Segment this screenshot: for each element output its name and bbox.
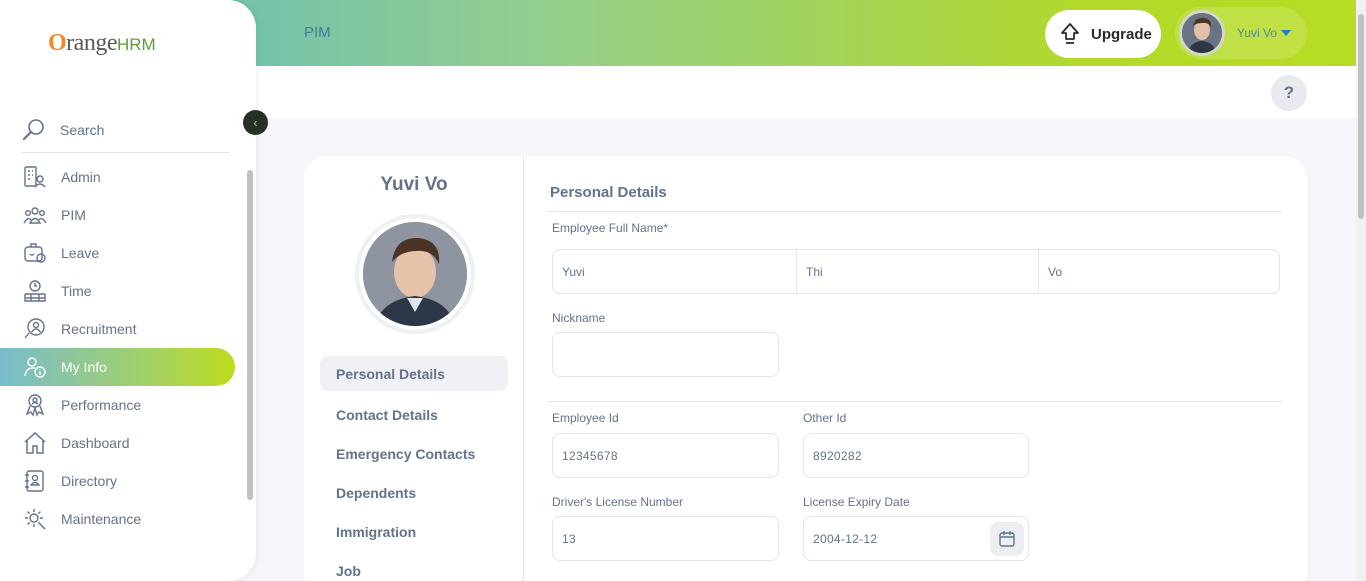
chevron-left-icon: ‹ — [253, 115, 258, 130]
nickname-label: Nickname — [552, 311, 606, 325]
sidebar: OrangeHRM Search Admin PIM Leave Time Re… — [0, 0, 256, 581]
sidebar-item-maintenance[interactable]: Maintenance — [0, 500, 256, 538]
expiry-date-input[interactable]: 2004-12-12 — [803, 516, 1029, 561]
search-icon — [22, 119, 44, 141]
sidebar-item-time[interactable]: Time — [0, 272, 256, 310]
sidebar-item-recruitment[interactable]: Recruitment — [0, 310, 256, 348]
nickname-input[interactable] — [552, 332, 779, 377]
tab-immigration[interactable]: Immigration — [320, 512, 508, 551]
last-name-input[interactable]: Vo — [1038, 250, 1279, 293]
sidebar-item-dashboard[interactable]: Dashboard — [0, 424, 256, 462]
sidebar-item-my-info[interactable]: My Info — [0, 348, 235, 386]
sidebar-item-leave[interactable]: Leave — [0, 234, 256, 272]
sidebar-item-admin[interactable]: Admin — [0, 158, 256, 196]
profile-tabs: Personal Details Contact Details Emergen… — [320, 356, 508, 581]
upgrade-label: Upgrade — [1091, 25, 1152, 43]
module-title: PIM — [304, 24, 331, 41]
caret-down-icon — [1281, 30, 1292, 36]
profile-picture[interactable] — [359, 218, 471, 330]
search-label: Search — [60, 122, 105, 138]
upgrade-button[interactable]: Upgrade — [1045, 10, 1161, 58]
orangehrm-logo: OrangeHRM — [48, 30, 156, 56]
performance-icon — [25, 394, 45, 417]
dashboard-icon — [24, 431, 46, 454]
sidebar-item-directory[interactable]: Directory — [0, 462, 256, 500]
expiry-date-value: 2004-12-12 — [813, 531, 878, 546]
expiry-label: License Expiry Date — [803, 495, 910, 509]
divider — [548, 211, 1282, 212]
employee-id-label: Employee Id — [552, 411, 619, 425]
full-name-label: Employee Full Name* — [552, 221, 669, 235]
help-button[interactable]: ? — [1271, 75, 1307, 111]
directory-icon — [25, 470, 44, 492]
middle-name-input[interactable]: Thi — [796, 250, 1038, 293]
calendar-icon — [999, 531, 1015, 547]
calendar-button[interactable] — [990, 522, 1024, 556]
collapse-sidebar-button[interactable]: ‹ — [243, 110, 268, 135]
maintenance-icon — [25, 509, 46, 530]
tab-job[interactable]: Job — [320, 551, 508, 581]
other-id-label: Other Id — [803, 411, 847, 425]
user-name: Yuvi Vo — [1237, 26, 1278, 40]
pim-icon — [23, 207, 47, 224]
sidebar-item-pim[interactable]: PIM — [0, 196, 256, 234]
first-name-input[interactable]: Yuvi — [553, 250, 796, 293]
license-input[interactable]: 13 — [552, 516, 779, 561]
leave-icon — [24, 243, 46, 263]
main-menu: Admin PIM Leave Time Recruitment My Info… — [0, 158, 256, 538]
sidebar-scrollbar[interactable] — [245, 160, 255, 552]
divider — [548, 401, 1282, 402]
sidebar-search[interactable]: Search — [22, 108, 230, 153]
employee-name: Yuvi Vo — [380, 174, 448, 195]
upload-icon — [1061, 23, 1079, 44]
other-id-input[interactable]: 8920282 — [803, 433, 1029, 478]
my-info-icon — [24, 357, 46, 378]
tab-dependents[interactable]: Dependents — [320, 473, 508, 512]
recruitment-icon — [24, 318, 45, 339]
time-icon — [24, 280, 46, 302]
user-dropdown[interactable]: Yuvi Vo — [1175, 7, 1307, 59]
license-label: Driver's License Number — [552, 495, 683, 509]
tab-emergency-contacts[interactable]: Emergency Contacts — [320, 434, 508, 473]
section-title: Personal Details — [550, 184, 667, 201]
sidebar-item-performance[interactable]: Performance — [0, 386, 256, 424]
tab-personal-details[interactable]: Personal Details — [320, 356, 508, 391]
avatar — [1179, 10, 1225, 56]
profile-panel: Yuvi Vo Personal Details Contact Details… — [304, 156, 524, 581]
full-name-group: Yuvi Thi Vo — [552, 249, 1280, 294]
admin-icon — [24, 166, 46, 188]
tab-contact-details[interactable]: Contact Details — [320, 395, 508, 434]
employee-card: Yuvi Vo Personal Details Contact Details… — [304, 156, 1307, 581]
employee-id-input[interactable]: 12345678 — [552, 433, 779, 478]
page-scrollbar[interactable] — [1356, 0, 1366, 581]
